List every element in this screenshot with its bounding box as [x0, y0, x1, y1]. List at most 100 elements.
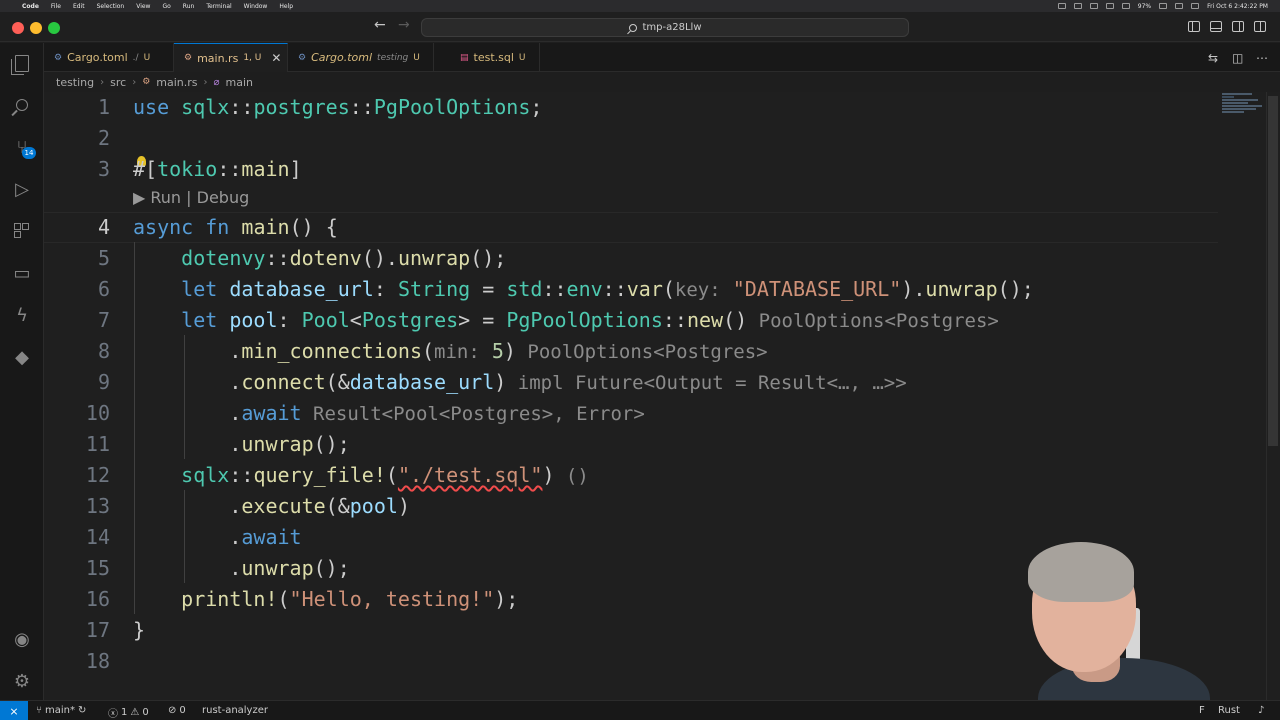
status-icon[interactable]: [1089, 3, 1098, 9]
line-number: 3: [97, 157, 110, 181]
explorer-icon[interactable]: [10, 51, 34, 75]
code-line[interactable]: .await: [133, 522, 301, 553]
menu-help[interactable]: Help: [279, 3, 293, 10]
menu-go[interactable]: Go: [162, 3, 170, 10]
status-icon[interactable]: [1121, 3, 1130, 9]
code-line[interactable]: .min_connections(min: 5) PoolOptions<Pos…: [133, 336, 767, 368]
code-line[interactable]: .unwrap();: [133, 429, 349, 460]
wifi-icon[interactable]: [1175, 3, 1184, 9]
close-window-button[interactable]: [12, 22, 24, 34]
problems-indicator[interactable]: ⓧ 1 ⚠ 0: [108, 705, 149, 720]
toggle-primary-sidebar-icon[interactable]: [1188, 21, 1200, 32]
arrow-left-icon[interactable]: ←: [374, 17, 386, 33]
command-center-search[interactable]: tmp-a28Llw: [421, 18, 909, 37]
ports-count: 0: [179, 705, 186, 716]
menu-file[interactable]: File: [51, 3, 61, 10]
menubar-clock[interactable]: Fri Oct 6 2:42:22 PM: [1207, 3, 1268, 10]
sync-icon: ↻: [78, 705, 87, 716]
extensions-icon[interactable]: [10, 219, 34, 243]
code-line[interactable]: }: [133, 615, 145, 646]
language-mode[interactable]: Rust: [1218, 705, 1240, 716]
code-line[interactable]: async fn main() {: [133, 212, 338, 243]
branch-indicator[interactable]: ⑂ main* ↻: [36, 705, 86, 716]
menubar-status-area: 97% Fri Oct 6 2:42:22 PM: [1057, 0, 1268, 12]
tab-cargo-toml-testing[interactable]: ⚙ Cargo.toml testing U: [288, 43, 434, 72]
menu-run[interactable]: Run: [183, 3, 195, 10]
code-line[interactable]: #[tokio::main]: [133, 154, 302, 185]
command-center-label: tmp-a28Llw: [642, 22, 702, 33]
gear-icon: ⚙: [298, 52, 307, 63]
editor-tab-bar: ⚙ Cargo.toml ./ U ⚙ main.rs 1, U ✕ ⚙ Car…: [44, 43, 1280, 72]
zoom-window-button[interactable]: [48, 22, 60, 34]
line-number: 18: [85, 649, 110, 673]
code-line[interactable]: println!("Hello, testing!");: [133, 584, 518, 615]
code-line[interactable]: .connect(&database_url) impl Future<Outp…: [133, 367, 906, 399]
menu-code[interactable]: Code: [22, 3, 39, 10]
menu-window[interactable]: Window: [244, 3, 268, 10]
split-editor-icon[interactable]: ◫: [1232, 51, 1243, 65]
menu-selection[interactable]: Selection: [97, 3, 125, 10]
breadcrumb-item[interactable]: src: [110, 76, 126, 89]
control-center-icon[interactable]: [1191, 3, 1200, 9]
tab-label: main.rs: [197, 51, 239, 65]
tab-main-rs[interactable]: ⚙ main.rs 1, U ✕: [174, 43, 288, 72]
breadcrumb-item[interactable]: main: [226, 76, 253, 89]
battery-percent[interactable]: 97%: [1138, 3, 1151, 10]
minimap[interactable]: [1222, 92, 1266, 132]
status-icon[interactable]: [1105, 3, 1114, 9]
search-icon[interactable]: [10, 93, 34, 117]
arrow-right-icon[interactable]: →: [398, 17, 410, 33]
line-number: 17: [85, 618, 110, 642]
more-actions-icon[interactable]: ⋯: [1256, 51, 1268, 65]
codelens-run-debug[interactable]: ▶ Run | Debug: [133, 188, 249, 208]
code-line[interactable]: .unwrap();: [133, 553, 349, 584]
line-number: 4: [97, 215, 110, 239]
code-line[interactable]: .await Result<Pool<Postgres>, Error>: [133, 398, 644, 430]
code-line[interactable]: dotenvy::dotenv().unwrap();: [133, 243, 506, 274]
activity-bar: ⑂ 14 ▷ ▭ ϟ ◆ ◉ ⚙: [0, 43, 44, 700]
close-icon[interactable]: ✕: [271, 51, 281, 65]
code-line[interactable]: .execute(&pool): [133, 491, 410, 522]
line-number: 9: [97, 370, 110, 394]
lightning-icon[interactable]: ϟ: [10, 303, 34, 327]
vertical-scrollbar-thumb[interactable]: [1268, 96, 1278, 446]
breadcrumb-item[interactable]: testing: [56, 76, 94, 89]
tab-description: ./: [132, 52, 139, 63]
rust-analyzer-label: rust-analyzer: [202, 705, 268, 716]
account-icon[interactable]: ◉: [10, 627, 34, 651]
toggle-secondary-sidebar-icon[interactable]: [1232, 21, 1244, 32]
remote-indicator[interactable]: ⨯: [0, 701, 28, 720]
tab-label: Cargo.toml: [311, 51, 373, 64]
code-line[interactable]: use sqlx::postgres::PgPoolOptions;: [133, 92, 542, 123]
code-line[interactable]: let database_url: String = std::env::var…: [133, 274, 1034, 306]
status-icon[interactable]: [1057, 3, 1066, 9]
menu-terminal[interactable]: Terminal: [206, 3, 231, 10]
git-branch-icon: ⑂: [36, 705, 42, 716]
ports-indicator[interactable]: ⊘ 0: [168, 705, 186, 716]
rust-analyzer-status[interactable]: rust-analyzer: [202, 705, 268, 716]
compare-icon[interactable]: ⇆: [1208, 51, 1218, 65]
line-number: 16: [85, 587, 110, 611]
tab-status: 1, U: [243, 53, 262, 63]
breadcrumb-item[interactable]: main.rs: [156, 76, 197, 89]
macos-menu-bar: Code File Edit Selection View Go Run Ter…: [0, 0, 1280, 12]
run-debug-icon[interactable]: ▷: [10, 177, 34, 201]
code-line[interactable]: sqlx::query_file!("./test.sql") (): [133, 460, 589, 492]
battery-icon[interactable]: [1159, 3, 1168, 9]
toggle-panel-icon[interactable]: [1210, 21, 1222, 32]
customize-layout-icon[interactable]: [1254, 21, 1266, 32]
gear-icon[interactable]: ⚙: [10, 669, 34, 693]
tab-cargo-toml-root[interactable]: ⚙ Cargo.toml ./ U: [44, 43, 174, 72]
error-icon: ⓧ: [108, 709, 118, 720]
code-line[interactable]: let pool: Pool<Postgres> = PgPoolOptions…: [133, 305, 999, 337]
docker-icon[interactable]: ◆: [10, 345, 34, 369]
status-icon[interactable]: [1073, 3, 1082, 9]
notifications-indicator[interactable]: ♪: [1258, 705, 1264, 716]
minimize-window-button[interactable]: [30, 22, 42, 34]
remote-explorer-icon[interactable]: ▭: [10, 261, 34, 285]
menu-edit[interactable]: Edit: [73, 3, 85, 10]
bell-icon: ♪: [1258, 705, 1265, 716]
formatter-indicator[interactable]: F: [1199, 705, 1205, 716]
menu-view[interactable]: View: [136, 3, 150, 10]
tab-test-sql[interactable]: ▤ test.sql U: [450, 43, 540, 72]
